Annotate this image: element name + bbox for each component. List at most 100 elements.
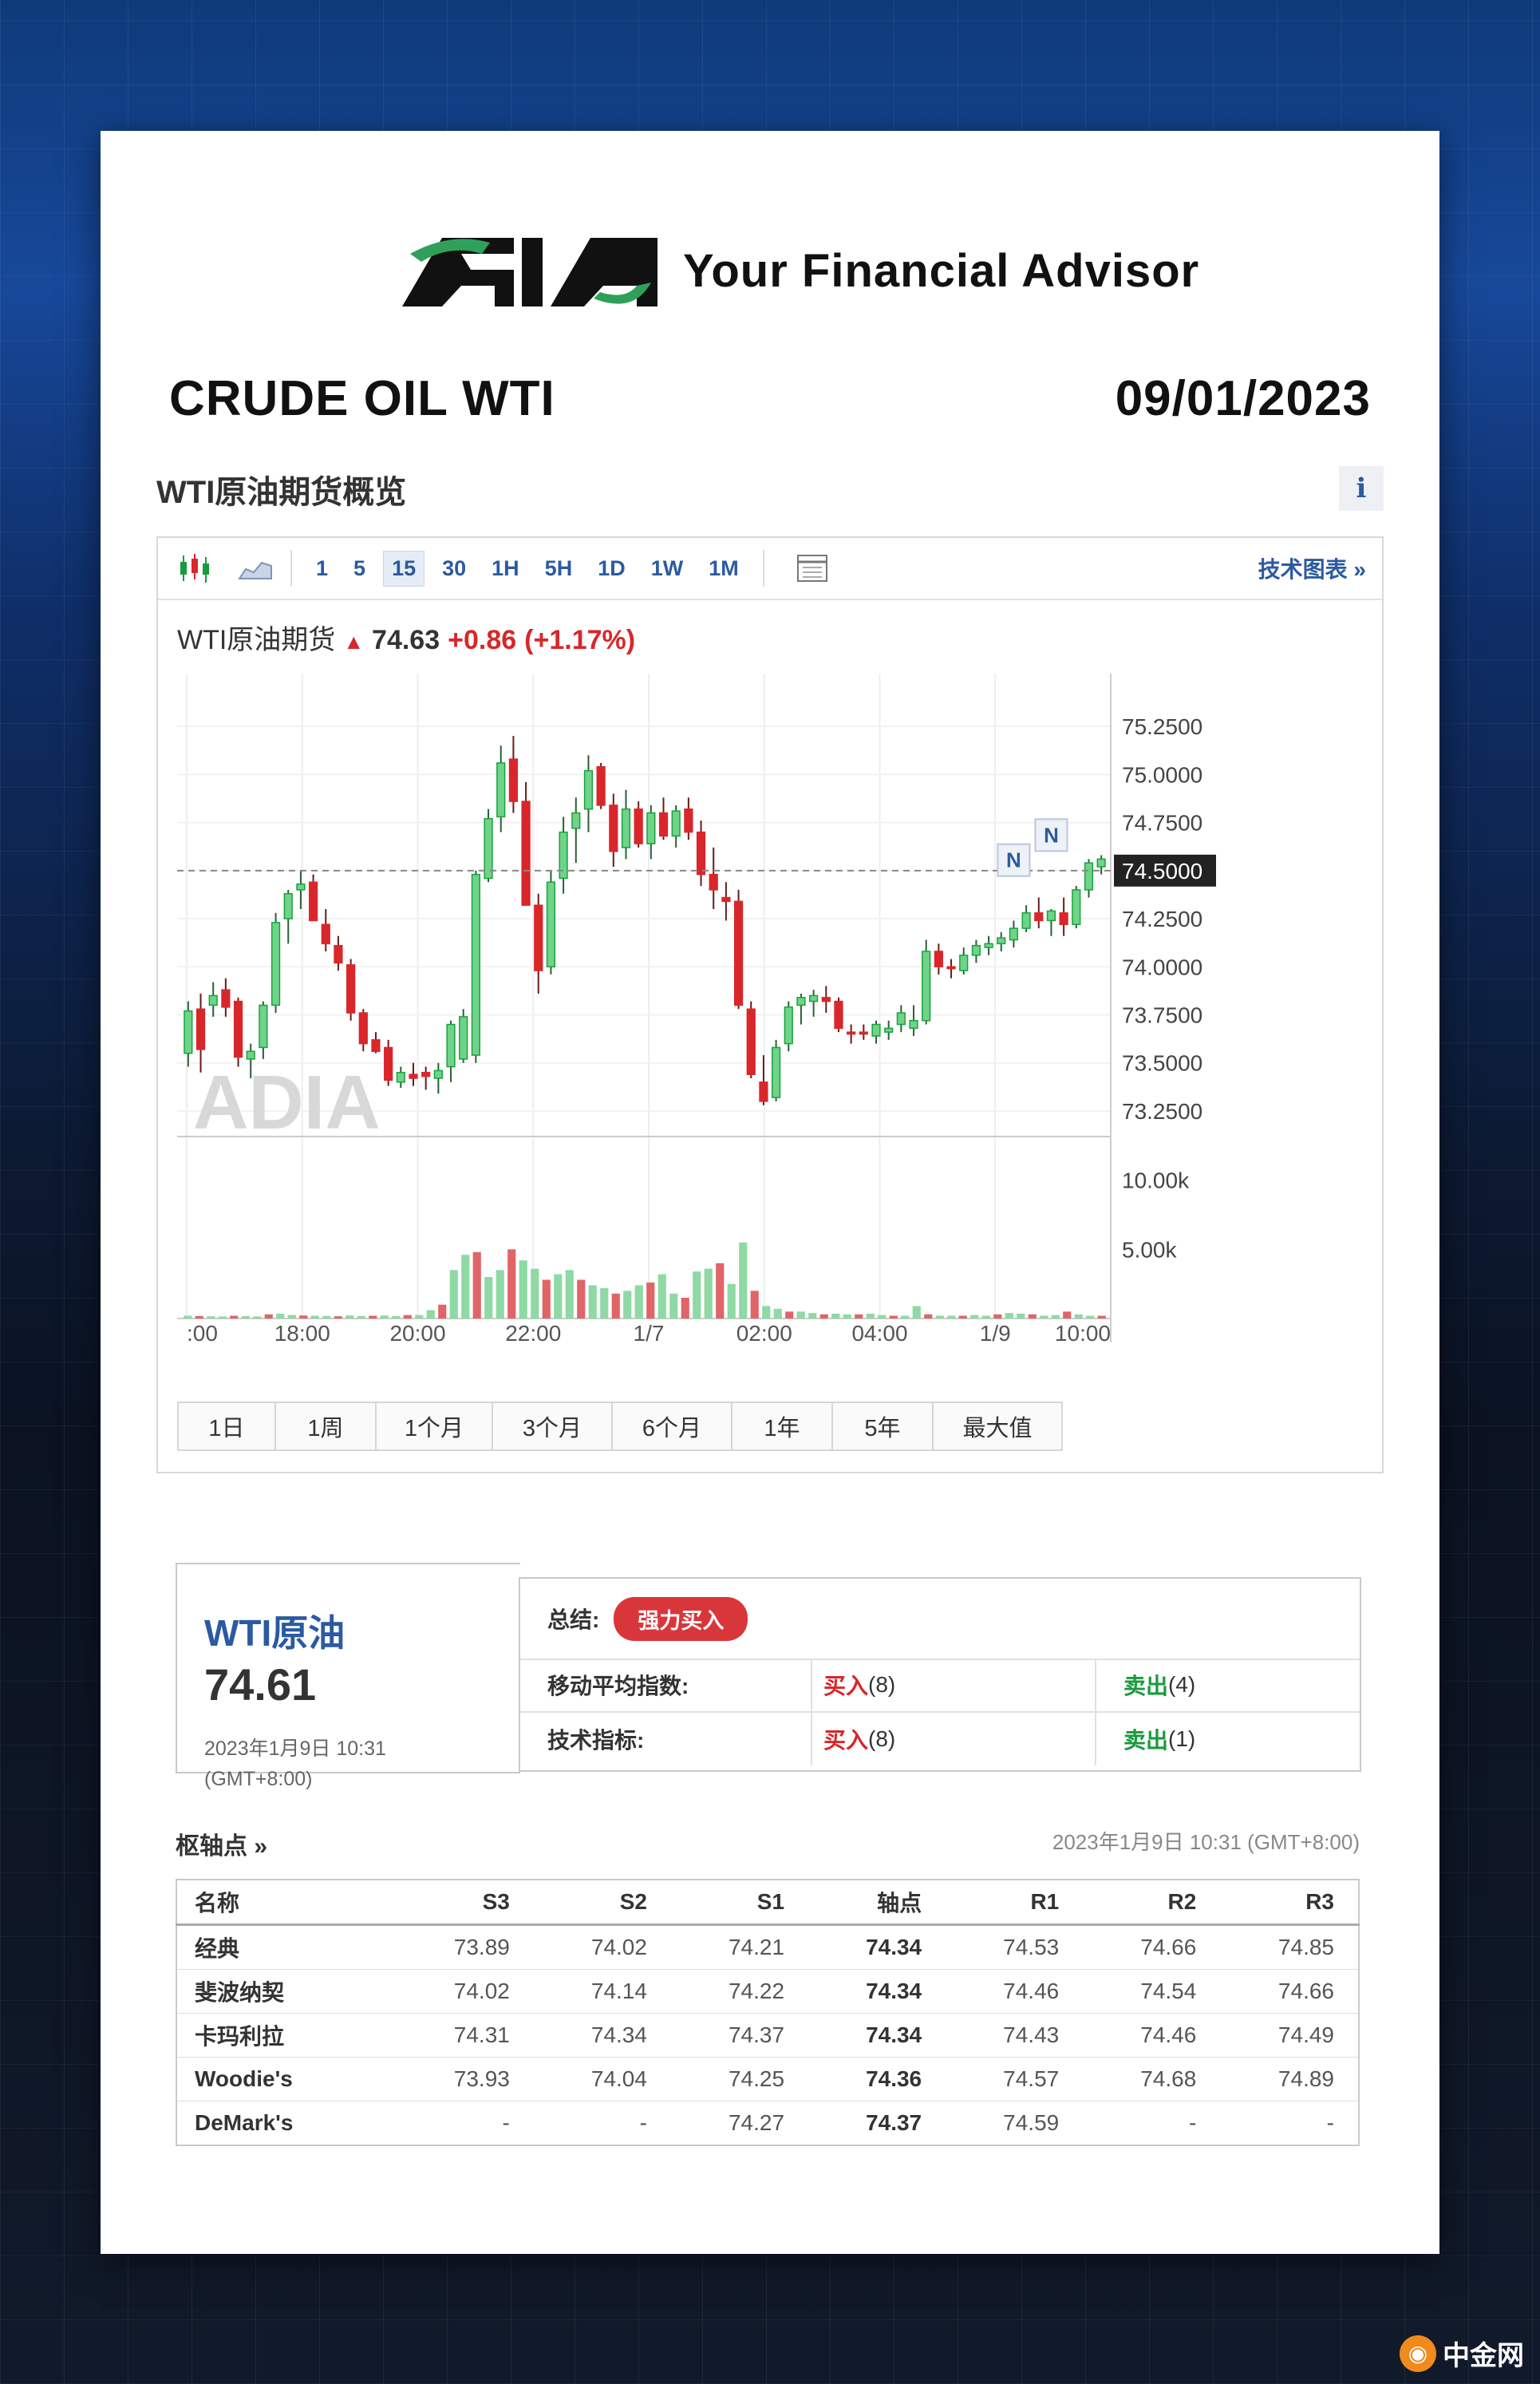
pivot-value: 74.53: [946, 1924, 1084, 1970]
interval-button[interactable]: 1H: [484, 552, 527, 586]
candle-body: [246, 1050, 255, 1060]
candle-body: [421, 1072, 431, 1077]
range-button[interactable]: 1周: [274, 1402, 377, 1451]
time-tick-label: 20:00: [389, 1321, 445, 1344]
interval-button[interactable]: 1W: [643, 552, 692, 586]
candlestick-icon[interactable]: [171, 548, 219, 588]
range-button[interactable]: 5年: [831, 1402, 934, 1451]
table-icon[interactable]: [788, 548, 836, 588]
candle-body: [884, 1027, 894, 1033]
candle-body: [1009, 927, 1019, 941]
candle-body: [321, 923, 330, 945]
candle-body: [733, 900, 744, 1006]
volume-bar: [796, 1311, 805, 1319]
volume-bar: [577, 1279, 586, 1319]
volume-tick-label: 10.00k: [1122, 1168, 1190, 1193]
volume-bar: [646, 1282, 655, 1319]
volume-bar: [1074, 1314, 1083, 1319]
volume-bar: [218, 1316, 227, 1319]
range-button[interactable]: 3个月: [492, 1402, 613, 1451]
candle-body: [195, 1008, 206, 1050]
volume-bar: [542, 1279, 551, 1319]
range-button[interactable]: 1日: [177, 1402, 276, 1451]
candle-body: [696, 831, 706, 876]
pivot-title[interactable]: 枢轴点 »: [176, 1826, 267, 1861]
pivot-value: 74.37: [808, 2101, 946, 2146]
report-date: 09/01/2023: [1115, 371, 1371, 426]
pivot-value: 74.25: [670, 2057, 809, 2101]
volume-bar: [970, 1315, 979, 1319]
volume-bar: [843, 1314, 851, 1319]
interval-button[interactable]: 15: [383, 550, 425, 587]
volume-bar: [369, 1315, 377, 1319]
interval-button[interactable]: 30: [434, 552, 474, 586]
tech-chart-link[interactable]: 技术图表 »: [1258, 552, 1366, 584]
summary-time: 2023年1月9日 10:31 (GMT+8:00): [204, 1734, 386, 1794]
candle-body: [508, 758, 519, 802]
price-tick-label: 75.0000: [1122, 762, 1202, 787]
volume-bar: [947, 1315, 956, 1319]
volume-bar: [808, 1313, 817, 1319]
pivot-value: -: [1220, 2101, 1359, 2146]
pivot-value: 74.54: [1083, 1969, 1221, 2014]
candle-body: [1021, 912, 1031, 929]
quote-change: +0.86: [448, 625, 517, 655]
volume-bar: [1063, 1311, 1072, 1319]
candle-body: [959, 955, 969, 971]
volume-bar: [184, 1315, 192, 1319]
volume-bar: [438, 1304, 447, 1319]
pivot-value: 74.89: [1220, 2057, 1359, 2101]
volume-bar: [461, 1255, 470, 1319]
range-button[interactable]: 最大值: [932, 1402, 1063, 1451]
volume-bar: [600, 1287, 609, 1319]
news-marker-label: N: [1044, 823, 1059, 847]
candle-body: [433, 1069, 443, 1079]
price-tick-label: 73.5000: [1122, 1051, 1202, 1076]
technical-summary: WTI原油 74.61 2023年1月9日 10:31 (GMT+8:00) 总…: [176, 1563, 1361, 1790]
volume-bar: [1051, 1315, 1060, 1319]
ma-buy-cell: 买入 (8): [811, 1659, 1095, 1711]
candle-body: [446, 1023, 456, 1068]
pivot-header-cell: S2: [533, 1880, 671, 1926]
volume-bar: [346, 1315, 354, 1319]
volume-bar: [739, 1242, 748, 1319]
interval-button[interactable]: 1: [308, 552, 336, 586]
quote-change-pct: (+1.17%): [524, 625, 636, 655]
candle-body: [796, 997, 806, 1006]
volume-bar: [831, 1313, 840, 1319]
info-button[interactable]: i: [1339, 466, 1384, 511]
site-name: 中金网: [1443, 2341, 1524, 2371]
candle-body: [270, 922, 281, 1006]
chart-panel: 1 5 15 30 1H 5H 1D 1W 1M 技术图表 » WTI原油期货 ▲ 74.63 …: [156, 536, 1384, 1473]
summary-name[interactable]: WTI原油: [204, 1604, 345, 1657]
interval-button[interactable]: 5: [346, 552, 373, 586]
summary-timestamp: 2023年1月9日 10:31: [204, 1738, 386, 1760]
range-button[interactable]: 6个月: [611, 1402, 732, 1451]
summary-timezone: (GMT+8:00): [204, 1768, 313, 1790]
range-button[interactable]: 1年: [731, 1402, 833, 1451]
volume-bar: [866, 1313, 875, 1319]
candle-body: [334, 945, 343, 964]
area-chart-icon[interactable]: [231, 548, 279, 588]
candle-body: [658, 812, 669, 837]
pivot-method: 斐波纳契: [176, 1969, 397, 2014]
toolbar-divider: [290, 550, 292, 587]
interval-button[interactable]: 5H: [537, 552, 581, 586]
volume-bar: [484, 1277, 493, 1319]
candle-body: [384, 1046, 393, 1081]
candle-body: [184, 1010, 193, 1054]
ti-buy: 买入: [823, 1728, 869, 1753]
pivot-value: 74.46: [946, 1969, 1084, 2014]
quote-price: 74.63: [372, 625, 440, 655]
candlestick-chart[interactable]: 75.2500 75.0000 74.7500 74.5000 74.2500 74.00…: [177, 674, 1374, 1344]
volume-bar: [472, 1251, 481, 1319]
candle-body: [534, 904, 543, 971]
volume-bar: [380, 1315, 389, 1319]
volume-bar: [750, 1291, 759, 1319]
interval-button[interactable]: 1D: [590, 552, 634, 586]
interval-button[interactable]: 1M: [701, 552, 747, 586]
range-button[interactable]: 1个月: [375, 1402, 493, 1451]
volume-bar: [981, 1315, 990, 1319]
volume-bar: [611, 1293, 620, 1319]
volume-bar: [276, 1313, 285, 1319]
